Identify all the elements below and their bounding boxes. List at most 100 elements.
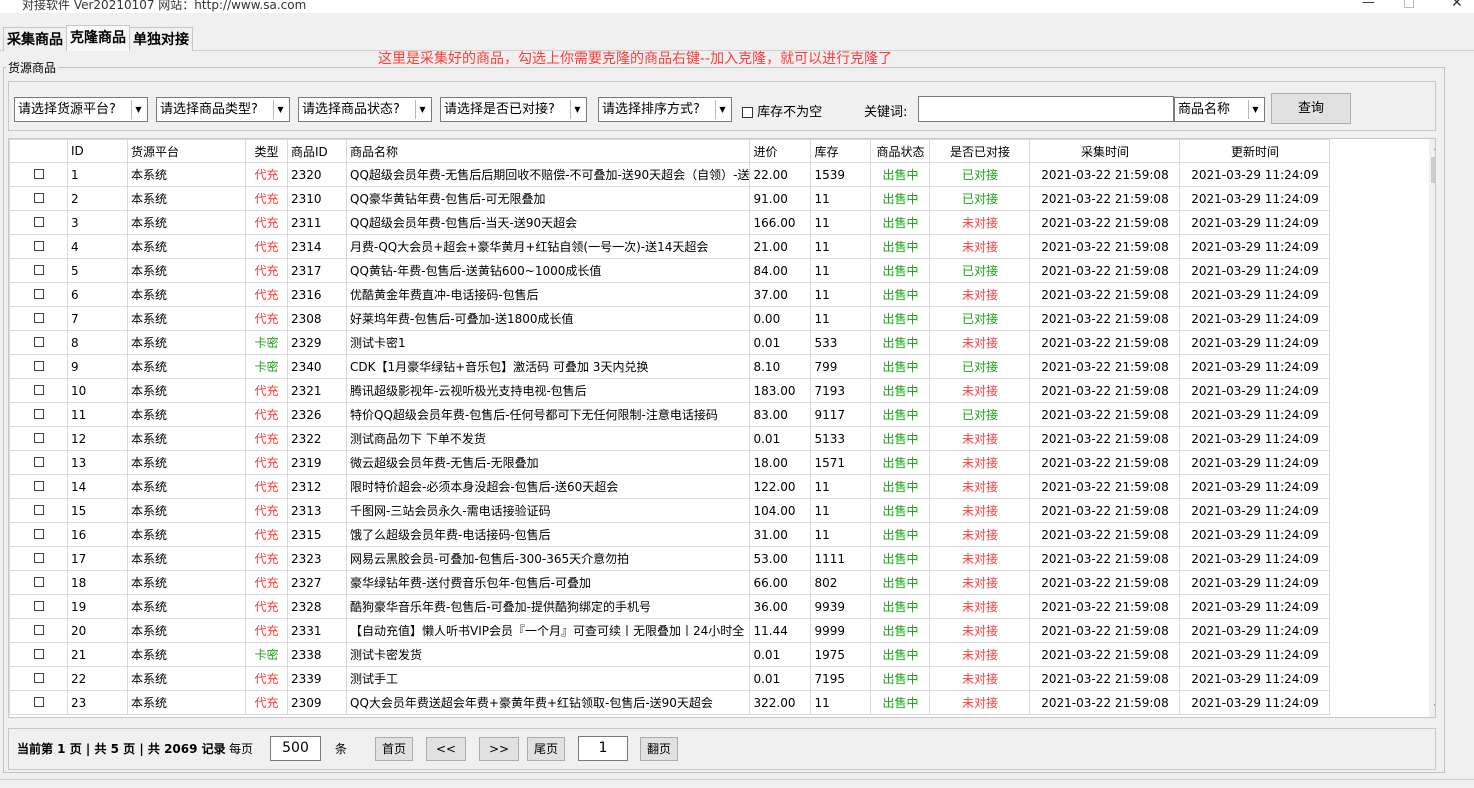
table-row[interactable]: 2 本系统 代充 2310 QQ豪华黄钻年费-包售后-可无限叠加 91.00 11 出售中 已对… — [9, 186, 1331, 211]
keyword-input[interactable] — [918, 96, 1174, 122]
sort-select[interactable]: 请选择排序方式? ▼ — [598, 97, 732, 122]
row-checkbox-cell[interactable] — [9, 162, 68, 187]
row-checkbox[interactable] — [33, 192, 44, 203]
row-checkbox-cell[interactable] — [9, 426, 68, 451]
table-row[interactable]: 7 本系统 代充 2308 好莱坞年费-包售后-可叠加-送1800成长值 0.00 11 出售… — [9, 306, 1331, 331]
row-checkbox-cell[interactable] — [9, 474, 68, 499]
row-checkbox[interactable] — [33, 384, 44, 395]
row-checkbox[interactable] — [33, 360, 44, 371]
row-checkbox-cell[interactable] — [9, 450, 68, 475]
table-row[interactable]: 19 本系统 代充 2328 酷狗豪华音乐年费-包售后-可叠加-提供酷狗绑定的手机号 36… — [9, 594, 1331, 619]
row-checkbox[interactable] — [33, 240, 44, 251]
table-row[interactable]: 10 本系统 代充 2321 腾讯超级影视年-云视听极光支持电视-包售后 183.00 71… — [9, 378, 1331, 403]
row-checkbox[interactable] — [33, 168, 44, 179]
row-checkbox-cell[interactable] — [9, 306, 68, 331]
column-header-docked[interactable]: 是否已对接 — [929, 139, 1031, 163]
table-row[interactable]: 23 本系统 代充 2309 QQ大会员年费送超会年费+豪黄年费+红钻领取-包售后-送9… — [9, 690, 1331, 715]
row-checkbox-cell[interactable] — [9, 618, 68, 643]
row-checkbox[interactable] — [33, 696, 44, 707]
row-checkbox-cell[interactable] — [9, 402, 68, 427]
row-checkbox[interactable] — [33, 648, 44, 659]
column-header-id[interactable]: ID — [67, 139, 128, 163]
query-button[interactable]: 查询 — [1271, 93, 1351, 124]
docked-select[interactable]: 请选择是否已对接? ▼ — [440, 97, 587, 122]
tab-clone[interactable]: 克隆商品 — [66, 25, 130, 51]
vertical-scrollbar[interactable]: ▲ ▼ — [1429, 139, 1435, 717]
tab-single-dock[interactable]: 单独对接 — [129, 27, 193, 51]
row-checkbox[interactable] — [33, 408, 44, 419]
column-header-type[interactable]: 类型 — [245, 139, 288, 163]
row-checkbox[interactable] — [33, 480, 44, 491]
column-header-update-time[interactable]: 更新时间 — [1179, 139, 1331, 163]
goto-page-button[interactable]: 翻页 — [640, 737, 678, 761]
row-checkbox[interactable] — [33, 672, 44, 683]
first-page-button[interactable]: 首页 — [375, 737, 413, 761]
table-row[interactable]: 9 本系统 卡密 2340 CDK【1月豪华绿钻+音乐包】激活码 可叠加 3天内兑换 8.… — [9, 354, 1331, 379]
row-checkbox-cell[interactable] — [9, 282, 68, 307]
table-row[interactable]: 12 本系统 代充 2322 测试商品勿下 下单不发货 0.01 5133 出售中 未对接 202… — [9, 426, 1331, 451]
table-row[interactable]: 3 本系统 代充 2311 QQ超级会员年费-包售后-当天-送90天超会 166.00 11… — [9, 210, 1331, 235]
scroll-up-icon[interactable]: ▲ — [1429, 139, 1435, 156]
table-row[interactable]: 22 本系统 代充 2339 测试手工 0.01 7195 出售中 未对接 2021-03-22 … — [9, 666, 1331, 691]
column-header-stock[interactable]: 库存 — [810, 139, 872, 163]
row-checkbox[interactable] — [33, 504, 44, 515]
row-checkbox-cell[interactable] — [9, 258, 68, 283]
table-row[interactable]: 6 本系统 代充 2316 优酷黄金年费直冲-电话接码-包售后 37.00 11 出售中 未对接… — [9, 282, 1331, 307]
column-header-price[interactable]: 进价 — [749, 139, 812, 163]
row-checkbox[interactable] — [33, 576, 44, 587]
column-header-goods-name[interactable]: 商品名称 — [345, 139, 751, 163]
row-checkbox[interactable] — [33, 264, 44, 275]
table-row[interactable]: 21 本系统 卡密 2338 测试卡密发货 0.01 1975 出售中 未对接 2021-03-2… — [9, 642, 1331, 667]
table-row[interactable]: 15 本系统 代充 2313 千图网-三站会员永久-需电话接验证码 104.00 11 出售中… — [9, 498, 1331, 523]
row-checkbox[interactable] — [33, 336, 44, 347]
prev-page-button[interactable]: << — [426, 737, 466, 761]
next-page-button[interactable]: >> — [479, 737, 519, 761]
column-header-status[interactable]: 商品状态 — [870, 139, 931, 163]
checkbox-box[interactable] — [742, 107, 753, 118]
table-row[interactable]: 13 本系统 代充 2319 微云超级会员年费-无售后-无限叠加 18.00 1571 出售中… — [9, 450, 1331, 475]
table-row[interactable]: 4 本系统 代充 2314 月费-QQ大会员+超会+豪华黄月+红钻自领(一号一次)-送1… — [9, 234, 1331, 259]
tab-collect[interactable]: 采集商品 — [3, 27, 67, 51]
table-row[interactable]: 18 本系统 代充 2327 豪华绿钻年费-送付费音乐包年-包售后-可叠加 66.00 80… — [9, 570, 1331, 595]
status-select[interactable]: 请选择商品状态? ▼ — [298, 97, 432, 122]
row-checkbox-cell[interactable] — [9, 210, 68, 235]
row-checkbox[interactable] — [33, 456, 44, 467]
row-checkbox[interactable] — [33, 552, 44, 563]
row-checkbox-cell[interactable] — [9, 594, 68, 619]
minimize-icon[interactable]: — — [1362, 0, 1375, 10]
stock-not-empty-checkbox[interactable]: 库存不为空 — [742, 101, 822, 120]
row-checkbox[interactable] — [33, 288, 44, 299]
type-select[interactable]: 请选择商品类型? ▼ — [156, 97, 290, 122]
row-checkbox-cell[interactable] — [9, 234, 68, 259]
row-checkbox[interactable] — [33, 624, 44, 635]
per-page-input[interactable]: 500 — [270, 736, 321, 761]
row-checkbox[interactable] — [33, 528, 44, 539]
row-checkbox[interactable] — [33, 432, 44, 443]
row-checkbox-cell[interactable] — [9, 546, 68, 571]
table-row[interactable]: 20 本系统 代充 2331 【自动充值】懒人听书VIP会员『一个月』可查可续丨无限叠加… — [9, 618, 1331, 643]
table-row[interactable]: 1 本系统 代充 2320 QQ超级会员年费-无售后后期回收不赔偿-不可叠加-送90天超… — [9, 162, 1331, 187]
row-checkbox-cell[interactable] — [9, 570, 68, 595]
table-row[interactable]: 17 本系统 代充 2323 网易云黑胶会员-可叠加-包售后-300-365天介意勿拍 5… — [9, 546, 1331, 571]
row-checkbox-cell[interactable] — [9, 330, 68, 355]
row-checkbox-cell[interactable] — [9, 690, 68, 715]
column-header-collect-time[interactable]: 采集时间 — [1029, 139, 1181, 163]
row-checkbox-cell[interactable] — [9, 378, 68, 403]
table-row[interactable]: 11 本系统 代充 2326 特价QQ超级会员年费-包售后-任何号都可下无任何限制-注意… — [9, 402, 1331, 427]
row-checkbox-cell[interactable] — [9, 498, 68, 523]
row-checkbox-cell[interactable] — [9, 666, 68, 691]
page-number-input[interactable]: 1 — [578, 736, 628, 761]
maximize-icon[interactable] — [1404, 0, 1414, 8]
search-field-select[interactable]: 商品名称 ▼ — [1174, 97, 1265, 122]
last-page-button[interactable]: 尾页 — [527, 737, 565, 761]
column-header-platform[interactable]: 货源平台 — [127, 139, 246, 163]
scroll-thumb[interactable] — [1431, 157, 1435, 183]
scroll-down-icon[interactable]: ▼ — [1429, 700, 1435, 717]
table-row[interactable]: 16 本系统 代充 2315 饿了么超级会员年费-电话接码-包售后 31.00 11 出售中未… — [9, 522, 1331, 547]
row-checkbox[interactable] — [33, 216, 44, 227]
row-checkbox-cell[interactable] — [9, 642, 68, 667]
row-checkbox-cell[interactable] — [9, 186, 68, 211]
row-checkbox-cell[interactable] — [9, 522, 68, 547]
table-row[interactable]: 5 本系统 代充 2317 QQ黄钻-年费-包售后-送黄钻600~1000成长值 84.0… — [9, 258, 1331, 283]
column-header-goods-id[interactable]: 商品ID — [287, 139, 347, 163]
